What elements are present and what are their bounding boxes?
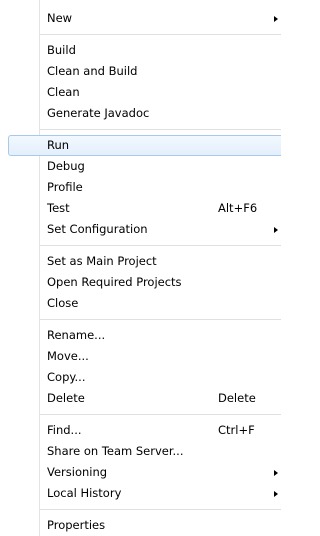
menu-separator: [40, 414, 281, 416]
menu-item-label: Clean: [47, 85, 80, 99]
menu-item-set-configuration[interactable]: Set Configuration: [0, 219, 281, 240]
menu-item-generate-javadoc[interactable]: Generate Javadoc: [0, 103, 281, 124]
menu-separator: [40, 34, 281, 36]
menu-item-copy[interactable]: Copy...: [0, 367, 281, 388]
submenu-arrow-icon: [274, 470, 278, 476]
menu-item-label: Set as Main Project: [47, 254, 157, 268]
menu-item-open-required-projects[interactable]: Open Required Projects: [0, 272, 281, 293]
submenu-arrow-icon: [274, 16, 278, 22]
menu-item-label: Debug: [47, 159, 85, 173]
menu-item-label: Local History: [47, 486, 122, 500]
menu-item-shortcut: Ctrl+F: [218, 423, 255, 437]
menu-item-delete[interactable]: Delete Delete: [0, 388, 281, 409]
menu-item-label: Test: [47, 201, 70, 215]
menu-item-profile[interactable]: Profile: [0, 177, 281, 198]
menu-item-label: Open Required Projects: [47, 275, 182, 289]
menu-item-label: Move...: [47, 349, 89, 363]
menu-item-share-on-team-server[interactable]: Share on Team Server...: [0, 441, 281, 462]
menu-item-label: Delete: [47, 391, 85, 405]
menu-item-label: Run: [47, 138, 70, 152]
menu-item-label: Properties: [47, 518, 106, 532]
menu-item-test[interactable]: Test Alt+F6: [0, 198, 281, 219]
menu-item-move[interactable]: Move...: [0, 346, 281, 367]
menu-separator: [40, 245, 281, 247]
menu-item-label: Close: [47, 296, 79, 310]
menu-item-local-history[interactable]: Local History: [0, 483, 281, 504]
context-menu: New Build Clean and Build Clean Generate Jav…: [0, 0, 281, 536]
menu-item-find[interactable]: Find... Ctrl+F: [0, 420, 281, 441]
menu-item-label: Set Configuration: [47, 222, 148, 236]
menu-item-label: Clean and Build: [47, 64, 138, 78]
menu-item-label: Versioning: [47, 465, 108, 479]
menu-item-shortcut: Delete: [218, 391, 256, 405]
submenu-arrow-icon: [274, 491, 278, 497]
menu-item-label: Generate Javadoc: [47, 106, 150, 120]
menu-item-set-as-main-project[interactable]: Set as Main Project: [0, 251, 281, 272]
menu-item-label: Share on Team Server...: [47, 444, 184, 458]
menu-item-clean[interactable]: Clean: [0, 82, 281, 103]
menu-item-label: Build: [47, 43, 76, 57]
menu-item-label: Copy...: [47, 370, 86, 384]
menu-item-run[interactable]: Run: [0, 135, 281, 156]
menu-item-rename[interactable]: Rename...: [0, 325, 281, 346]
menu-separator: [40, 509, 281, 511]
menu-item-properties[interactable]: Properties: [0, 515, 281, 536]
submenu-arrow-icon: [274, 227, 278, 233]
menu-item-versioning[interactable]: Versioning: [0, 462, 281, 483]
menu-item-label: Find...: [47, 423, 82, 437]
menu-item-shortcut: Alt+F6: [218, 201, 258, 215]
menu-item-clean-and-build[interactable]: Clean and Build: [0, 61, 281, 82]
menu-item-close[interactable]: Close: [0, 293, 281, 314]
menu-item-build[interactable]: Build: [0, 40, 281, 61]
menu-separator: [40, 319, 281, 321]
menu-item-label: Rename...: [47, 328, 106, 342]
menu-separator: [40, 129, 281, 131]
menu-item-new[interactable]: New: [0, 8, 281, 29]
menu-item-debug[interactable]: Debug: [0, 156, 281, 177]
menu-item-label: Profile: [47, 180, 83, 194]
menu-item-label: New: [47, 11, 73, 25]
